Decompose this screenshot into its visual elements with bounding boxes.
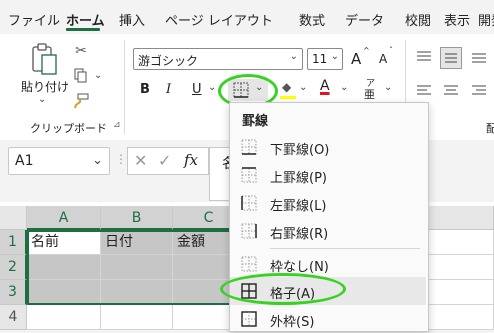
row-header-3[interactable]: 3 bbox=[0, 280, 27, 305]
menu-item-label: 上罫線(P) bbox=[270, 171, 327, 186]
paste-icon[interactable] bbox=[30, 42, 60, 76]
grow-font-arrow-icon: ^ bbox=[363, 46, 370, 55]
font-name-chevron-icon[interactable]: ⌄ bbox=[290, 51, 298, 62]
font-color-chevron-icon[interactable]: ⌄ bbox=[340, 82, 348, 93]
name-box[interactable]: A1 ⌄ bbox=[8, 147, 110, 175]
align-middle-button[interactable] bbox=[440, 47, 462, 69]
cell-f4[interactable] bbox=[428, 305, 494, 330]
row-header-4[interactable]: 4 bbox=[0, 305, 27, 330]
insert-function-button[interactable]: fx bbox=[184, 151, 198, 169]
phonetic-chevron-icon[interactable]: ⌄ bbox=[384, 82, 392, 93]
align-center-icon[interactable] bbox=[442, 82, 460, 100]
selection-border bbox=[27, 230, 245, 305]
fill-color-swatch bbox=[280, 96, 296, 99]
top-border-icon bbox=[241, 167, 257, 183]
cut-icon[interactable]: ✂ bbox=[72, 42, 90, 60]
cell-f3[interactable] bbox=[428, 280, 494, 305]
row-header-2[interactable]: 2 bbox=[0, 255, 27, 280]
clipboard-launcher-icon[interactable]: ⊿ bbox=[113, 120, 121, 130]
shrink-font-arrow-icon: ˇ bbox=[389, 46, 393, 55]
bottom-border-icon bbox=[241, 139, 257, 155]
underline-button[interactable]: U bbox=[192, 82, 202, 97]
underline-chevron-icon[interactable]: ⌄ bbox=[208, 82, 216, 93]
column-header-a[interactable]: A bbox=[27, 206, 101, 230]
menu-item-top-border[interactable]: 上罫線(P) bbox=[230, 161, 426, 189]
menu-item-right-border[interactable]: 右罫線(R) bbox=[230, 217, 426, 245]
font-color-button[interactable]: A bbox=[320, 78, 330, 94]
ribbon-tab-bar: ファイル ホーム 挿入 ページ レイアウト 数式 データ 校閲 表示 開発 bbox=[0, 0, 494, 34]
format-painter-icon[interactable] bbox=[72, 92, 90, 110]
column-header-b[interactable]: B bbox=[101, 206, 173, 230]
group-divider bbox=[124, 40, 125, 134]
cell-f2[interactable] bbox=[428, 255, 494, 280]
left-border-icon bbox=[241, 195, 257, 211]
align-left-icon[interactable] bbox=[415, 82, 433, 100]
formula-buttons: ✕ ✓ fx bbox=[127, 147, 209, 175]
enter-icon[interactable]: ✓ bbox=[158, 151, 171, 170]
cell-a4[interactable] bbox=[27, 305, 101, 330]
active-tab-indicator bbox=[66, 28, 100, 31]
cell-f1[interactable] bbox=[428, 230, 494, 255]
right-border-icon bbox=[241, 223, 257, 239]
menu-item-label: 左罫線(L) bbox=[270, 199, 327, 214]
copy-icon[interactable] bbox=[72, 67, 90, 85]
all-borders-highlight-circle bbox=[220, 273, 346, 305]
tab-formulas[interactable]: 数式 bbox=[299, 10, 325, 29]
font-name-box[interactable]: 游ゴシック ⌄ bbox=[133, 48, 303, 70]
font-name-value: 游ゴシック bbox=[138, 54, 199, 68]
menu-item-outside-borders[interactable]: 外枠(S) bbox=[230, 305, 426, 333]
menu-item-label: 右罫線(R) bbox=[270, 227, 329, 242]
tab-developer[interactable]: 開発 bbox=[478, 10, 494, 29]
cell-b4[interactable] bbox=[101, 305, 173, 330]
font-size-box[interactable]: 11 ⌄ bbox=[307, 48, 343, 70]
fill-color-icon[interactable]: ◆ bbox=[282, 80, 296, 94]
copy-chevron-icon[interactable]: ⌄ bbox=[94, 70, 102, 81]
fill-color-chevron-icon[interactable]: ⌄ bbox=[299, 82, 307, 93]
align-right-icon[interactable] bbox=[470, 82, 488, 100]
alignment-group-label-partial: 配 bbox=[486, 122, 494, 135]
menu-item-label: 外枠(S) bbox=[270, 315, 315, 330]
menu-item-bottom-border[interactable]: 下罫線(O) bbox=[230, 133, 426, 161]
bold-button[interactable]: B bbox=[140, 82, 150, 97]
cancel-icon[interactable]: ✕ bbox=[134, 151, 147, 170]
phonetic-guide-sub: 亜 bbox=[364, 88, 375, 101]
select-all-corner[interactable] bbox=[0, 206, 27, 230]
font-size-chevron-icon[interactable]: ⌄ bbox=[331, 51, 339, 62]
formula-bar-handle-icon: ⋮ bbox=[115, 152, 127, 166]
tab-view[interactable]: 表示 bbox=[444, 10, 470, 29]
menu-item-left-border[interactable]: 左罫線(L) bbox=[230, 189, 426, 217]
italic-button[interactable]: I bbox=[166, 82, 171, 97]
shrink-font-button[interactable]: A bbox=[379, 52, 387, 66]
align-bottom-icon[interactable] bbox=[470, 48, 488, 66]
outside-borders-icon bbox=[241, 311, 257, 327]
menu-title: 罫線 bbox=[242, 114, 269, 129]
tab-page-layout[interactable]: ページ レイアウト bbox=[165, 10, 273, 29]
clipboard-group-label: クリップボード bbox=[30, 122, 107, 135]
grow-font-button[interactable]: A bbox=[351, 50, 361, 68]
name-box-chevron-icon[interactable]: ⌄ bbox=[92, 153, 103, 168]
paste-chevron-icon[interactable]: ⌄ bbox=[38, 94, 46, 105]
tab-file[interactable]: ファイル bbox=[8, 10, 60, 29]
tab-home[interactable]: ホーム bbox=[66, 10, 105, 29]
menu-separator bbox=[270, 248, 420, 249]
row-header-1[interactable]: 1 bbox=[0, 230, 27, 255]
tab-insert[interactable]: 挿入 bbox=[119, 10, 145, 29]
no-border-icon bbox=[241, 256, 257, 272]
paste-label[interactable]: 貼り付け bbox=[21, 78, 69, 95]
font-size-value: 11 bbox=[312, 52, 328, 66]
name-box-value: A1 bbox=[15, 153, 34, 169]
align-top-icon[interactable] bbox=[415, 48, 433, 66]
tab-data[interactable]: データ bbox=[345, 10, 384, 29]
menu-item-label: 下罫線(O) bbox=[270, 143, 330, 158]
tab-review[interactable]: 校閲 bbox=[405, 10, 431, 29]
